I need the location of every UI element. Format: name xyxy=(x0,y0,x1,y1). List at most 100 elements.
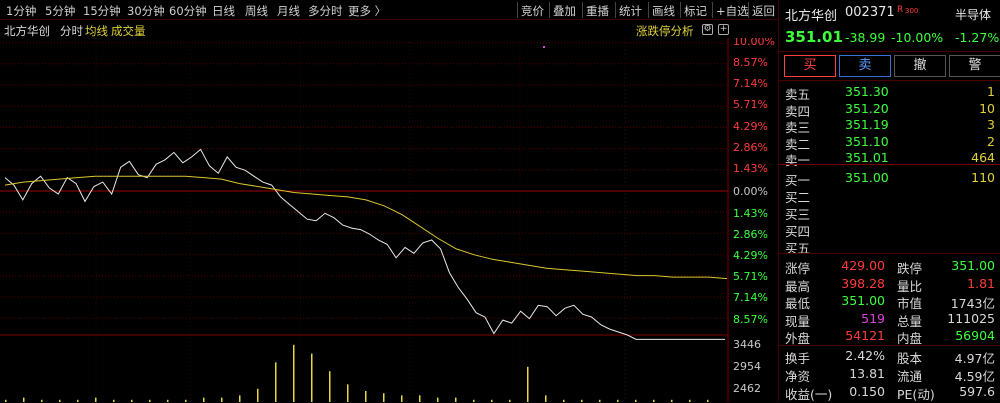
stock-name: 北方华创 xyxy=(785,9,838,24)
period-tab-7[interactable]: 月线 xyxy=(277,3,300,19)
alert-button[interactable]: 警 xyxy=(949,55,1000,77)
volume-bar xyxy=(95,397,97,402)
avg-line-label[interactable]: 均线 xyxy=(85,23,108,39)
stat-row: 外盘 54121 内盘 56904 xyxy=(779,326,1000,346)
ask-volume: 3 xyxy=(987,117,995,132)
stock-code: 002371 xyxy=(845,5,895,20)
period-tab-1[interactable]: 5分钟 xyxy=(45,3,75,19)
limit-analysis-link[interactable]: 涨跌停分析 xyxy=(636,23,694,39)
stat-row: 现量 519 总量 111025 xyxy=(779,309,1000,329)
stat-row: 净资 13.81 流通 4.59亿 xyxy=(779,364,1000,384)
timeshare-mode[interactable]: 分时 xyxy=(60,23,83,39)
volume-bar xyxy=(383,393,385,402)
sector-name[interactable]: 半导体 xyxy=(955,6,991,23)
period-tab-0[interactable]: 1分钟 xyxy=(6,3,36,19)
ask-price: 351.10 xyxy=(845,133,889,149)
price-line xyxy=(4,148,725,340)
toolbar-action-0[interactable]: 竞价 xyxy=(521,3,544,19)
stat-value: 0.150 xyxy=(849,384,885,399)
toolbar-separator xyxy=(517,2,518,18)
cancel-order-button[interactable]: 撤 xyxy=(894,55,946,77)
stat-value: 597.6 xyxy=(959,384,995,399)
stat-row: 换手 2.42% 股本 4.97亿 xyxy=(779,346,1000,366)
buy-button[interactable]: 买 xyxy=(784,55,836,77)
period-tab-5[interactable]: 日线 xyxy=(212,3,235,19)
period-tab-3[interactable]: 30分钟 xyxy=(127,3,165,19)
price-axis-label: 10.00% xyxy=(733,38,775,48)
toolbar-action-4[interactable]: 画线 xyxy=(652,3,675,19)
price-axis-label: 2.86% xyxy=(733,141,768,154)
ask-volume: 10 xyxy=(979,100,995,116)
toolbar-separator xyxy=(549,2,550,18)
volume-bar xyxy=(311,353,313,402)
volume-bar xyxy=(347,384,349,402)
toolbar-separator xyxy=(648,2,649,18)
volume-bar xyxy=(437,397,439,402)
price-axis-label: 5.71% xyxy=(733,270,768,283)
volume-bar xyxy=(527,366,529,402)
stat-value: 519 xyxy=(861,310,885,326)
stock-tag: R xyxy=(897,5,904,15)
bid-volume: 110 xyxy=(971,170,995,185)
price-change-pct: -10.00% xyxy=(891,30,944,45)
expand-icon[interactable]: + xyxy=(718,24,729,35)
price-axis-label: 4.29% xyxy=(733,249,768,262)
price-axis-label: 5.71% xyxy=(733,98,768,111)
toolbar-action-5[interactable]: 标记 xyxy=(684,3,707,19)
stat-value: 54121 xyxy=(845,328,885,343)
stat-value: 398.28 xyxy=(841,275,885,291)
avg-line xyxy=(4,175,728,280)
toolbar-action-2[interactable]: 重播 xyxy=(586,3,609,19)
price-change: -38.99 xyxy=(845,30,886,45)
period-tab-9[interactable]: 更多 〉 xyxy=(348,3,386,19)
volume-bar xyxy=(221,397,223,402)
stat-value: 56904 xyxy=(955,328,995,343)
volume-bar xyxy=(455,397,457,402)
stat-row: 最低 351.00 市值 1743亿 xyxy=(779,291,1000,311)
ask-price: 351.30 xyxy=(845,84,889,99)
price-axis-label: 8.57% xyxy=(733,313,768,326)
stat-label: PE(动) xyxy=(897,387,935,402)
ask-price: 351.01 xyxy=(845,150,889,165)
volume-axis-label: 2462 xyxy=(733,382,761,395)
toolbar-action-7[interactable]: 返回 xyxy=(752,3,775,19)
price-axis-label: 0.00% xyxy=(733,185,768,198)
chart-stock-name: 北方华创 xyxy=(4,24,50,38)
stock-tag-sub: 300 xyxy=(905,7,919,15)
toolbar-separator xyxy=(680,2,681,18)
sell-button[interactable]: 卖 xyxy=(839,55,891,77)
stat-value: 429.00 xyxy=(841,258,885,273)
stat-row: 涨停 429.00 跌停 351.00 xyxy=(779,256,1000,276)
price-axis-label: 7.14% xyxy=(733,77,768,90)
price-axis-label: 2.86% xyxy=(733,228,768,241)
toolbar-separator xyxy=(615,2,616,18)
stat-label: 收益(一) xyxy=(785,387,833,402)
price-axis-label: 1.43% xyxy=(733,162,768,175)
quote-panel: 北方华创 002371 R 300 半导体 351.01 -38.99 -10.… xyxy=(778,0,1000,402)
volume-bar xyxy=(23,397,25,402)
stat-value: 351.00 xyxy=(841,293,885,308)
ask-price: 351.20 xyxy=(845,100,889,116)
toolbar-separator xyxy=(582,2,583,18)
price-axis-label: 1.43% xyxy=(733,207,768,220)
period-tab-4[interactable]: 60分钟 xyxy=(169,3,207,19)
toolbar-action-3[interactable]: 统计 xyxy=(619,3,642,19)
ask-volume: 1 xyxy=(987,84,995,99)
volume-bar xyxy=(401,395,403,402)
period-tab-2[interactable]: 15分钟 xyxy=(83,3,121,19)
chart-header: 北方华创 分时 均线 成交量 涨跌停分析 xyxy=(0,20,778,40)
stat-row: 最高 398.28 量比 1.81 xyxy=(779,274,1000,294)
volume-bar xyxy=(545,395,547,402)
toolbar-action-1[interactable]: 叠加 xyxy=(553,3,576,19)
volume-label[interactable]: 成交量 xyxy=(111,23,146,39)
period-tab-6[interactable]: 周线 xyxy=(245,3,268,19)
volume-bar xyxy=(239,395,241,402)
toolbar-action-6[interactable]: +自选 xyxy=(716,3,749,19)
period-toolbar: 1分钟 5分钟 15分钟 30分钟 60分钟 日线 周线 月线 多分时 更多 〉 竞价 叠加 重播 统计画… xyxy=(0,0,778,20)
quote-title: 北方华创 002371 R 300 半导体 xyxy=(779,3,1000,25)
settings-icon[interactable]: ⚙ xyxy=(702,24,713,35)
intraday-chart: 10.00% 8.57% 7.14% 5.71% 4.29% 2.86% 1.43% 0.00… xyxy=(0,38,775,402)
bid-price: 351.00 xyxy=(845,170,889,185)
period-tab-8[interactable]: 多分时 xyxy=(308,3,343,19)
volume-bar xyxy=(275,362,277,402)
